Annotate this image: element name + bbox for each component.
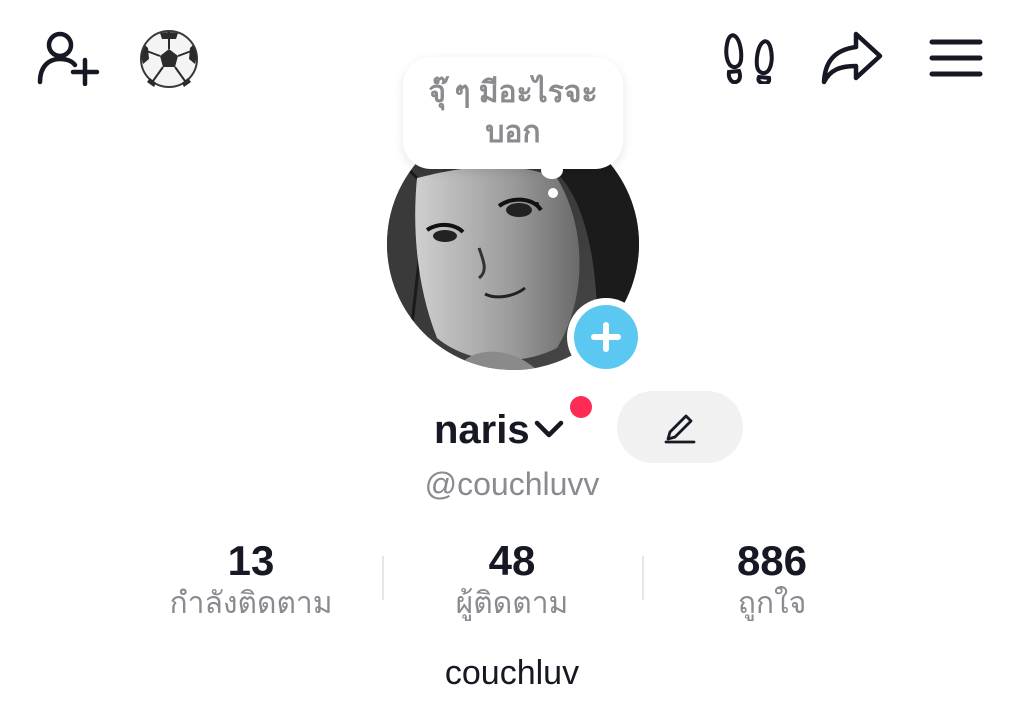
user-handle: @couchluvv (424, 466, 600, 502)
stat-likes-value: 886 (736, 537, 808, 584)
notification-dot (570, 396, 592, 418)
profile-bio: couchluv (444, 654, 580, 692)
share-icon[interactable] (820, 30, 884, 86)
menu-icon[interactable] (928, 36, 984, 80)
bubble-tail-large (541, 161, 563, 179)
username: naris (434, 408, 530, 452)
username-row[interactable]: naris (434, 402, 570, 458)
status-bubble-text: จุ๊ ๆ มีอะไรจะบอก (428, 76, 598, 149)
add-friend-icon[interactable] (36, 28, 100, 86)
stat-following-label: กำลังติดตาม (169, 587, 333, 620)
soccer-ball-icon (140, 30, 198, 88)
stat-following[interactable]: 13 กำลังติดตาม (121, 538, 381, 624)
stat-followers[interactable]: 48 ผู้ติดตาม (382, 538, 642, 624)
chevron-down-icon (534, 420, 563, 438)
add-story-button[interactable] (567, 298, 645, 376)
plus-icon (574, 305, 638, 369)
bubble-tail-small (548, 188, 558, 198)
stat-following-value: 13 (227, 537, 275, 584)
edit-profile-button[interactable] (617, 391, 743, 463)
status-bubble[interactable]: จุ๊ ๆ มีอะไรจะบอก (403, 57, 623, 169)
stat-followers-value: 48 (488, 537, 536, 584)
stat-followers-label: ผู้ติดตาม (455, 587, 569, 620)
pencil-icon (664, 414, 696, 444)
stat-likes-label: ถูกใจ (737, 587, 807, 620)
footprints-icon[interactable] (722, 32, 776, 84)
stat-likes[interactable]: 886 ถูกใจ (642, 538, 902, 624)
profile-stats: 13 กำลังติดตาม 48 ผู้ติดตาม 886 ถูกใจ (0, 538, 1024, 628)
account-switcher[interactable] (530, 402, 570, 458)
